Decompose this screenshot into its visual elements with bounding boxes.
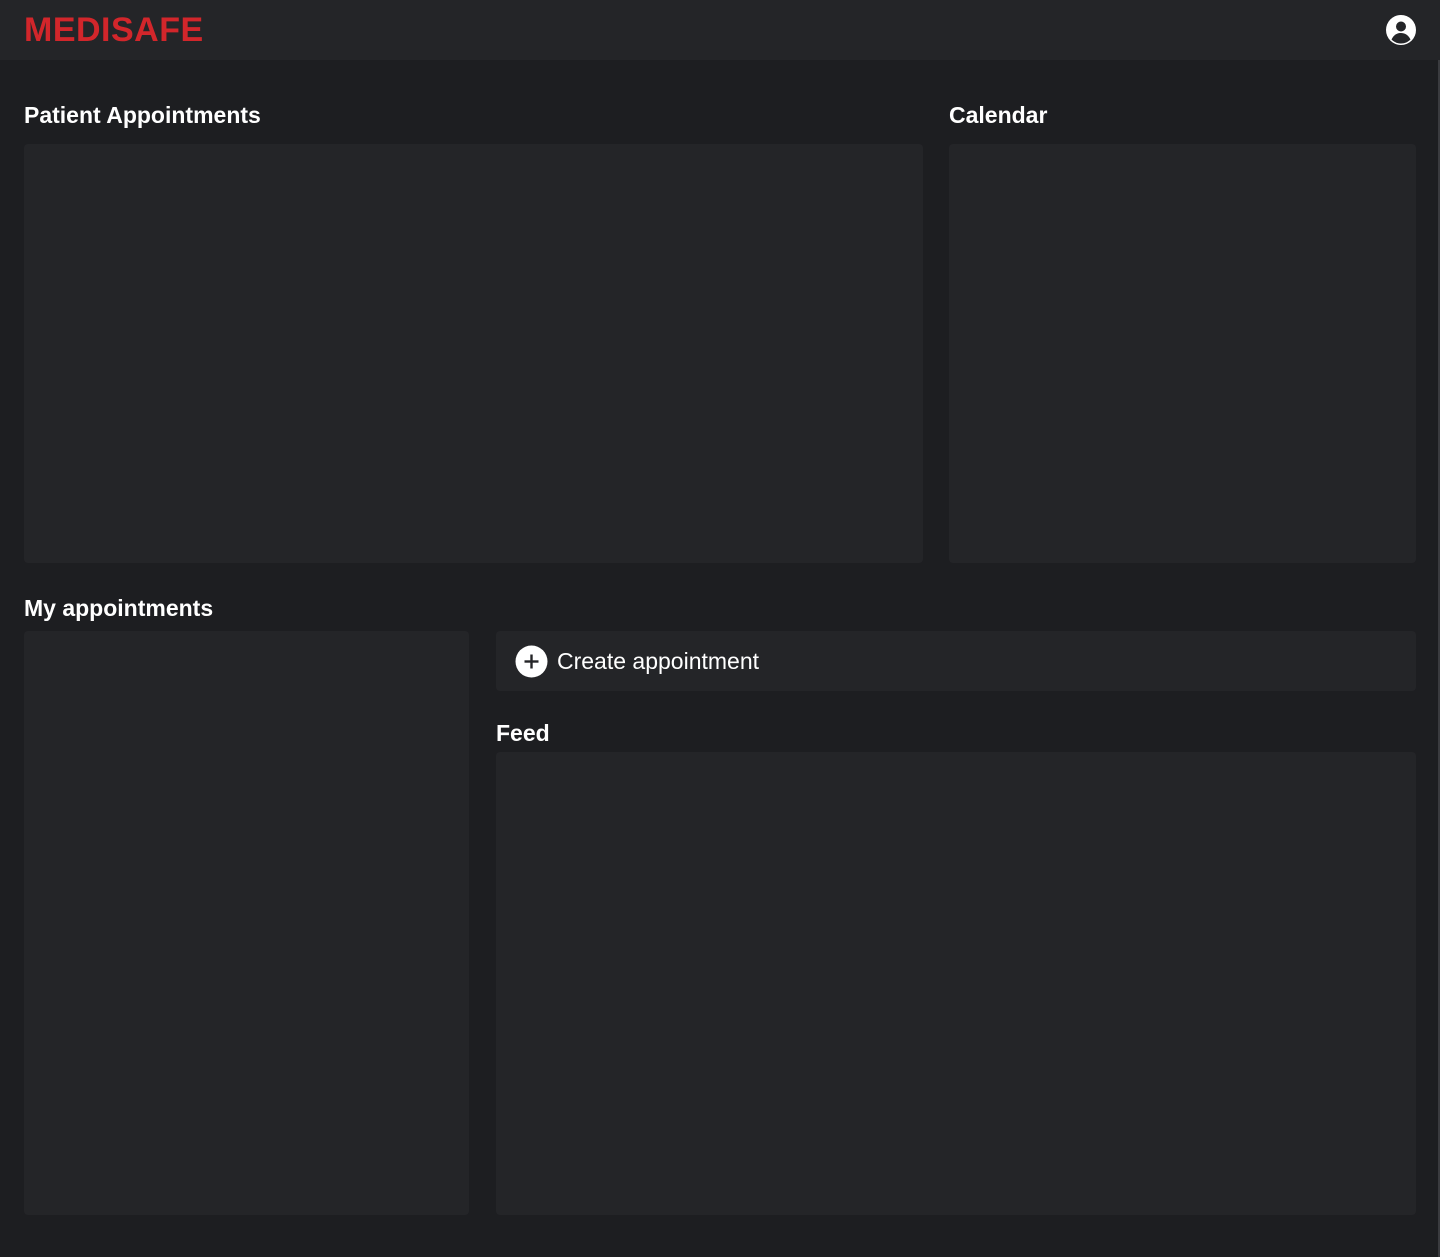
calendar-panel	[949, 144, 1416, 563]
feed-panel	[496, 752, 1416, 1215]
create-appointment-button[interactable]: Create appointment	[496, 631, 1416, 691]
my-appointments-title: My appointments	[24, 595, 214, 621]
plus-circle-icon	[515, 645, 548, 678]
my-appointments-panel	[24, 631, 469, 1215]
patient-appointments-panel	[24, 144, 923, 563]
account-circle-icon	[1386, 15, 1416, 45]
patient-appointments-title: Patient Appointments	[24, 102, 261, 128]
top-app-bar: MEDISAFE	[0, 0, 1440, 60]
create-appointment-label: Create appointment	[557, 648, 760, 674]
account-button[interactable]	[1385, 14, 1417, 46]
app-logo[interactable]: MEDISAFE	[24, 10, 204, 50]
feed-title: Feed	[496, 720, 550, 746]
calendar-title: Calendar	[949, 102, 1048, 128]
